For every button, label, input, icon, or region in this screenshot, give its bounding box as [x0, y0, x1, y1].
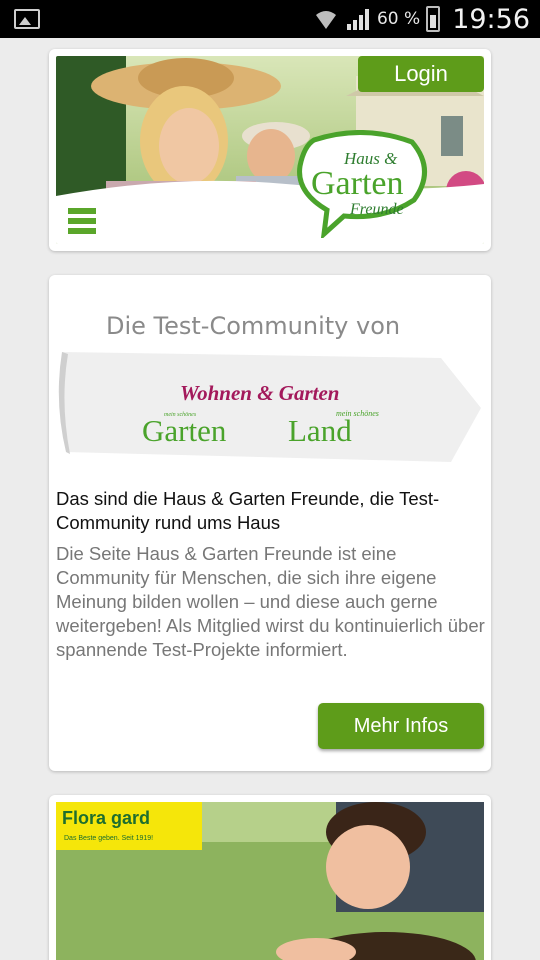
community-description: Die Seite Haus & Garten Freunde ist eine…: [56, 543, 485, 660]
more-info-button[interactable]: Mehr Infos: [318, 703, 484, 749]
haus-garten-freunde-logo: Haus & Garten Freunde: [297, 130, 427, 238]
floragard-ad-image[interactable]: Flora gard Das Beste geben. Seit 1919!: [56, 802, 484, 960]
gallery-notification-icon: [14, 9, 40, 29]
brand-wohnen-garten: Wohnen & Garten: [180, 381, 339, 405]
brand-mein-schoenes-land: Land: [288, 413, 352, 448]
community-card: Die Test-Community von Wohnen & Garten m…: [49, 275, 491, 771]
status-bar: 60 % 19:56: [0, 0, 540, 38]
battery-percent: 60 %: [376, 9, 421, 29]
wifi-icon: [315, 11, 336, 29]
login-button[interactable]: Login: [358, 56, 484, 92]
floragard-logo: Flora gard Das Beste geben. Seit 1919!: [56, 802, 202, 850]
test-community-banner: Die Test-Community von Wohnen & Garten m…: [56, 282, 484, 482]
community-title: Das sind die Haus & Garten Freunde, die …: [56, 488, 440, 533]
svg-text:Freunde: Freunde: [349, 201, 404, 218]
clock: 19:56: [452, 3, 530, 35]
signal-icon: [346, 9, 369, 30]
svg-text:Garten: Garten: [311, 165, 404, 202]
hamburger-menu-icon[interactable]: [68, 208, 96, 236]
brand-mein-schoenes-garten: Garten: [142, 413, 227, 448]
banner-headline: Die Test-Community von: [106, 312, 400, 340]
battery-icon: [426, 6, 441, 32]
header-card: Login Haus & Garten Freunde: [49, 49, 491, 251]
floragard-card[interactable]: Flora gard Das Beste geben. Seit 1919!: [49, 795, 491, 960]
